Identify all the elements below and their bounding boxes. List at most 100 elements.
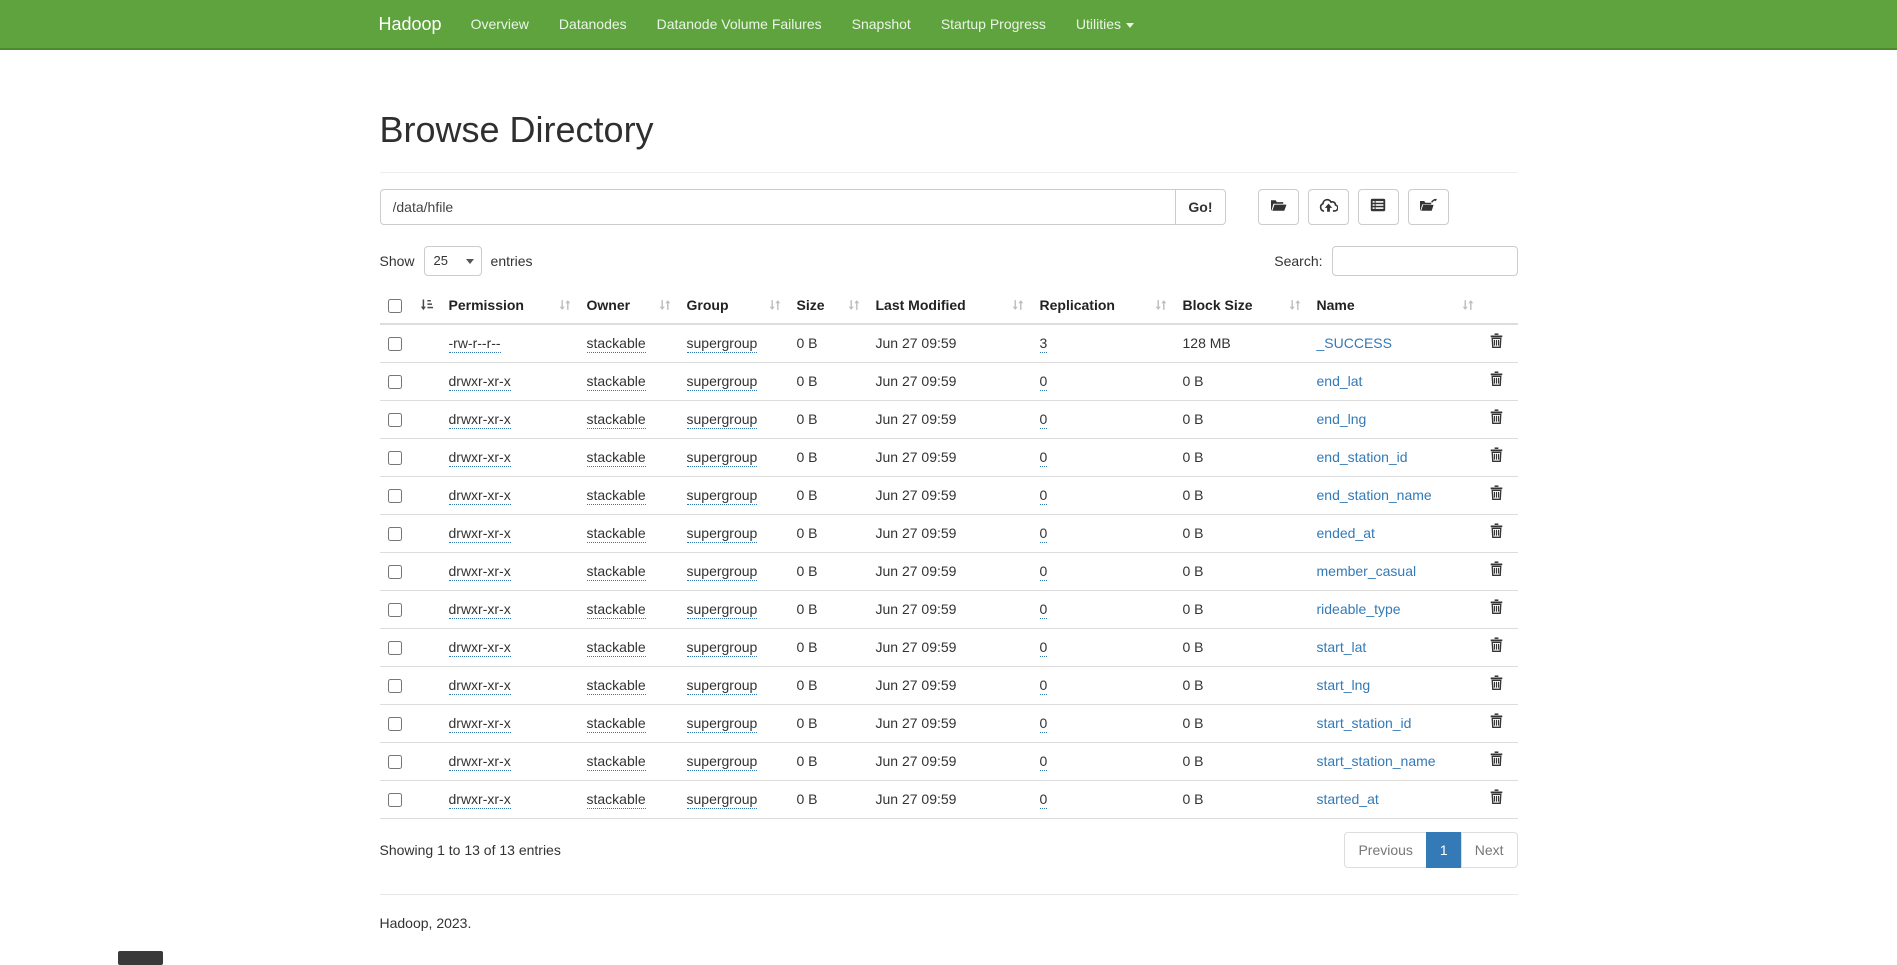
file-name-link[interactable]: start_lat	[1317, 639, 1367, 655]
replication-value[interactable]: 0	[1040, 601, 1048, 619]
file-name-link[interactable]: end_lat	[1317, 373, 1363, 389]
row-checkbox[interactable]	[388, 337, 402, 351]
column-header-permission[interactable]: Permission	[441, 287, 579, 324]
file-name-link[interactable]: member_casual	[1317, 563, 1417, 579]
delete-button[interactable]	[1490, 371, 1503, 386]
owner-value[interactable]: stackable	[587, 677, 646, 695]
row-checkbox[interactable]	[388, 527, 402, 541]
permission-value[interactable]: drwxr-xr-x	[449, 601, 511, 619]
owner-value[interactable]: stackable	[587, 525, 646, 543]
group-value[interactable]: supergroup	[687, 677, 758, 695]
group-value[interactable]: supergroup	[687, 487, 758, 505]
delete-button[interactable]	[1490, 523, 1503, 538]
row-checkbox[interactable]	[388, 375, 402, 389]
owner-value[interactable]: stackable	[587, 639, 646, 657]
owner-value[interactable]: stackable	[587, 601, 646, 619]
permission-value[interactable]: drwxr-xr-x	[449, 753, 511, 771]
delete-button[interactable]	[1490, 713, 1503, 728]
replication-value[interactable]: 0	[1040, 373, 1048, 391]
column-header-owner[interactable]: Owner	[579, 287, 679, 324]
row-checkbox[interactable]	[388, 413, 402, 427]
replication-value[interactable]: 0	[1040, 411, 1048, 429]
group-value[interactable]: supergroup	[687, 601, 758, 619]
delete-button[interactable]	[1490, 751, 1503, 766]
row-checkbox[interactable]	[388, 641, 402, 655]
file-name-link[interactable]: ended_at	[1317, 525, 1375, 541]
permission-value[interactable]: drwxr-xr-x	[449, 411, 511, 429]
owner-value[interactable]: stackable	[587, 715, 646, 733]
pagination-page-1[interactable]: 1	[1426, 832, 1462, 868]
row-checkbox[interactable]	[388, 755, 402, 769]
permission-value[interactable]: drwxr-xr-x	[449, 525, 511, 543]
group-value[interactable]: supergroup	[687, 335, 758, 353]
permission-value[interactable]: drwxr-xr-x	[449, 791, 511, 809]
replication-value[interactable]: 0	[1040, 449, 1048, 467]
delete-button[interactable]	[1490, 789, 1503, 804]
delete-button[interactable]	[1490, 637, 1503, 652]
owner-value[interactable]: stackable	[587, 411, 646, 429]
permission-value[interactable]: drwxr-xr-x	[449, 487, 511, 505]
upload-files-button[interactable]	[1308, 189, 1349, 225]
directory-path-input[interactable]	[380, 189, 1177, 225]
file-name-link[interactable]: start_station_name	[1317, 753, 1436, 769]
file-name-link[interactable]: end_station_id	[1317, 449, 1408, 465]
nav-item-datanode-volume-failures[interactable]: Datanode Volume Failures	[642, 1, 837, 47]
owner-value[interactable]: stackable	[587, 373, 646, 391]
permission-value[interactable]: -rw-r--r--	[449, 335, 501, 353]
owner-value[interactable]: stackable	[587, 487, 646, 505]
column-header-last-modified[interactable]: Last Modified	[868, 287, 1032, 324]
column-header-size[interactable]: Size	[789, 287, 868, 324]
select-all-header[interactable]	[380, 287, 441, 324]
replication-value[interactable]: 0	[1040, 487, 1048, 505]
group-value[interactable]: supergroup	[687, 563, 758, 581]
create-directory-button[interactable]	[1258, 189, 1299, 225]
group-value[interactable]: supergroup	[687, 753, 758, 771]
row-checkbox[interactable]	[388, 565, 402, 579]
nav-item-overview[interactable]: Overview	[456, 1, 544, 47]
owner-value[interactable]: stackable	[587, 563, 646, 581]
owner-value[interactable]: stackable	[587, 449, 646, 467]
delete-button[interactable]	[1490, 675, 1503, 690]
delete-button[interactable]	[1490, 485, 1503, 500]
page-size-select[interactable]: 25	[424, 246, 482, 276]
row-checkbox[interactable]	[388, 451, 402, 465]
search-input[interactable]	[1332, 246, 1518, 276]
replication-value[interactable]: 0	[1040, 563, 1048, 581]
file-name-link[interactable]: started_at	[1317, 791, 1379, 807]
replication-value[interactable]: 0	[1040, 677, 1048, 695]
delete-button[interactable]	[1490, 561, 1503, 576]
row-checkbox[interactable]	[388, 679, 402, 693]
replication-value[interactable]: 0	[1040, 753, 1048, 771]
group-value[interactable]: supergroup	[687, 411, 758, 429]
owner-value[interactable]: stackable	[587, 335, 646, 353]
nav-item-datanodes[interactable]: Datanodes	[544, 1, 642, 47]
row-checkbox[interactable]	[388, 603, 402, 617]
group-value[interactable]: supergroup	[687, 791, 758, 809]
nav-item-utilities-dropdown[interactable]: Utilities	[1061, 1, 1149, 47]
nav-item-snapshot[interactable]: Snapshot	[837, 1, 926, 47]
group-value[interactable]: supergroup	[687, 449, 758, 467]
delete-button[interactable]	[1490, 409, 1503, 424]
group-value[interactable]: supergroup	[687, 639, 758, 657]
permission-value[interactable]: drwxr-xr-x	[449, 373, 511, 391]
column-header-replication[interactable]: Replication	[1032, 287, 1175, 324]
group-value[interactable]: supergroup	[687, 715, 758, 733]
row-checkbox[interactable]	[388, 717, 402, 731]
select-all-checkbox[interactable]	[388, 299, 402, 313]
go-button[interactable]: Go!	[1176, 189, 1225, 225]
owner-value[interactable]: stackable	[587, 791, 646, 809]
delete-button[interactable]	[1490, 333, 1503, 348]
replication-value[interactable]: 3	[1040, 335, 1048, 353]
nav-item-startup-progress[interactable]: Startup Progress	[926, 1, 1061, 47]
replication-value[interactable]: 0	[1040, 525, 1048, 543]
permission-value[interactable]: drwxr-xr-x	[449, 639, 511, 657]
permission-value[interactable]: drwxr-xr-x	[449, 677, 511, 695]
file-name-link[interactable]: start_station_id	[1317, 715, 1412, 731]
delete-button[interactable]	[1490, 599, 1503, 614]
replication-value[interactable]: 0	[1040, 715, 1048, 733]
replication-value[interactable]: 0	[1040, 639, 1048, 657]
replication-value[interactable]: 0	[1040, 791, 1048, 809]
row-checkbox[interactable]	[388, 793, 402, 807]
row-checkbox[interactable]	[388, 489, 402, 503]
pagination-previous[interactable]: Previous	[1344, 832, 1426, 868]
